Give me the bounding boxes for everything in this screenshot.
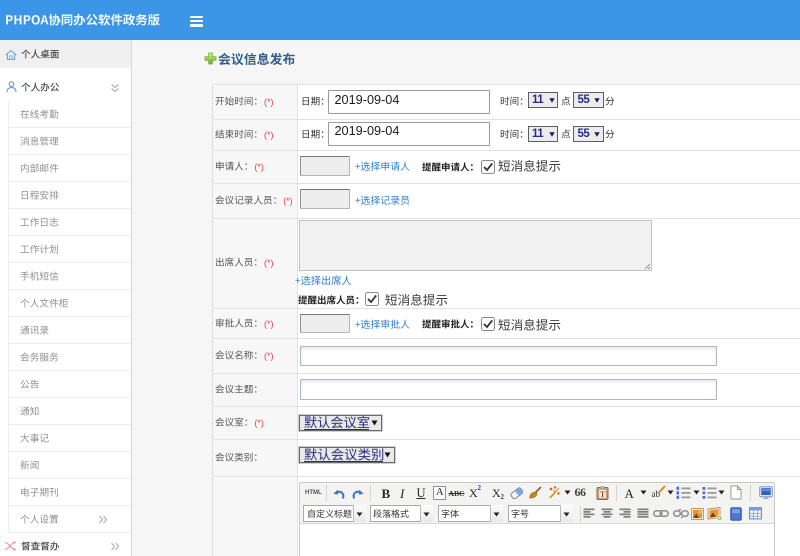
svg-text:T: T — [600, 490, 606, 499]
